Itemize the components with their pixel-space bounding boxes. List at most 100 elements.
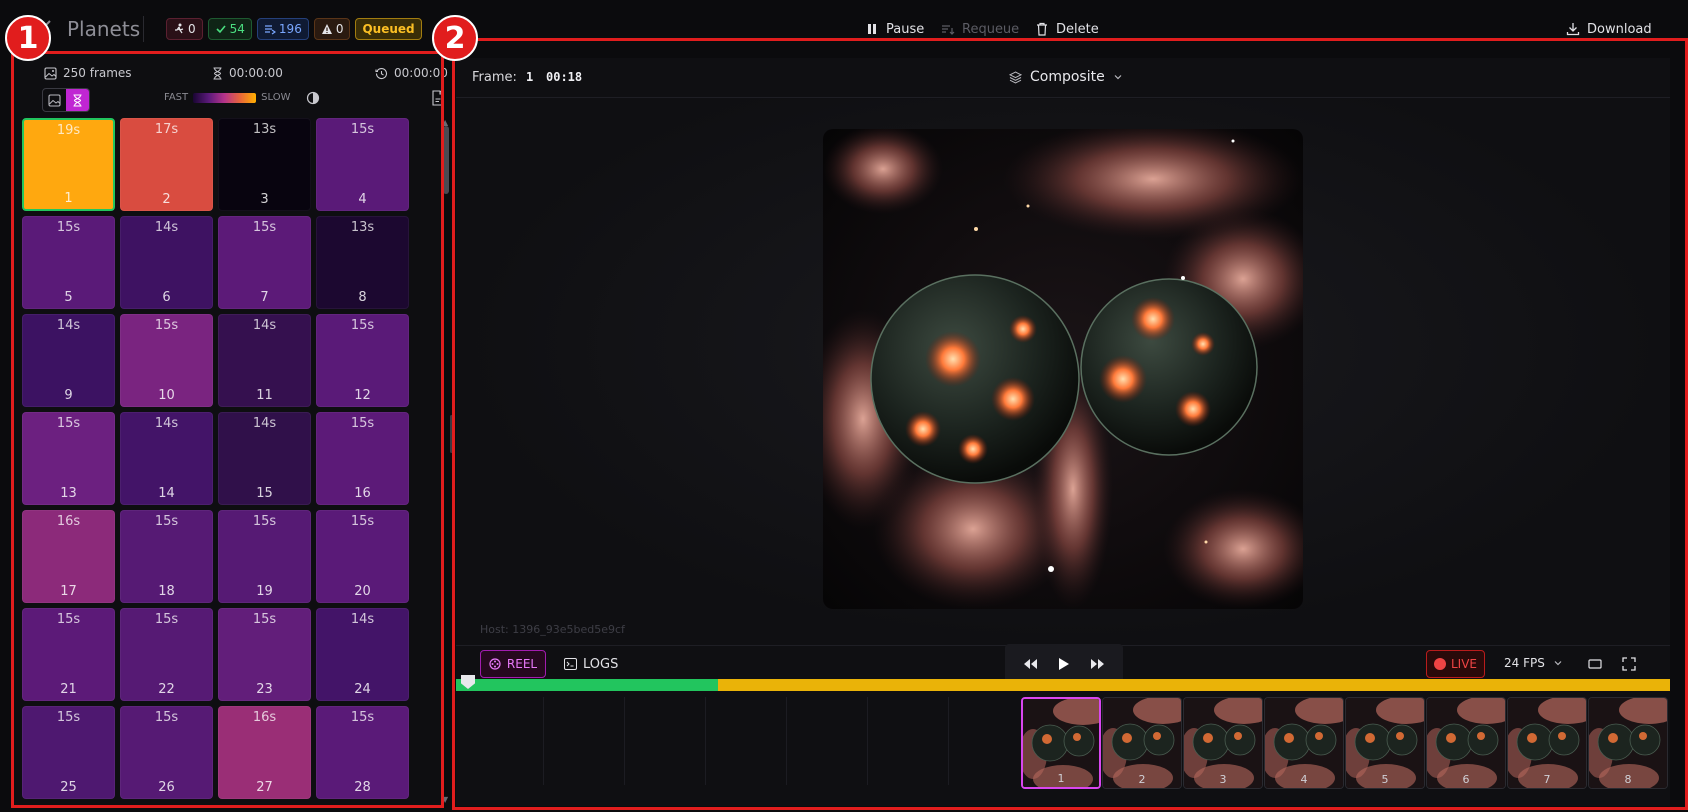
frame-tile-number: 22 bbox=[158, 682, 175, 697]
fps-select[interactable]: 24 FPS bbox=[1504, 656, 1563, 670]
frame-tile-number: 9 bbox=[64, 388, 73, 403]
frame-tile-time: 15s bbox=[350, 122, 375, 137]
frame-tile[interactable]: 15s 19 bbox=[218, 510, 311, 603]
frame-tile[interactable]: 15s 23 bbox=[218, 608, 311, 701]
logs-tab-button[interactable]: LOGS bbox=[564, 650, 618, 678]
frame-tile-time: 15s bbox=[56, 710, 81, 725]
aspect-ratio-icon[interactable] bbox=[1588, 658, 1602, 670]
filmstrip-thumbnail[interactable]: 3 bbox=[1183, 697, 1263, 789]
remaining-stat: 00:00:00 bbox=[375, 66, 448, 80]
filmstrip-thumbnail[interactable]: 1 bbox=[1021, 697, 1101, 789]
document-icon[interactable] bbox=[431, 90, 445, 106]
frame-tile[interactable]: 15s 7 bbox=[218, 216, 311, 309]
frame-tile[interactable]: 13s 3 bbox=[218, 118, 311, 211]
frame-tile-number: 2 bbox=[162, 192, 171, 207]
download-button[interactable]: Download bbox=[1566, 18, 1652, 40]
frame-tile[interactable]: 16s 27 bbox=[218, 706, 311, 799]
frame-tile[interactable]: 17s 2 bbox=[120, 118, 213, 211]
frame-tile[interactable]: 19s 1 bbox=[22, 118, 115, 211]
grid-scrollbar[interactable]: ▲ ▼ bbox=[442, 118, 450, 804]
frame-tile-time: 15s bbox=[252, 220, 277, 235]
scroll-thumb[interactable] bbox=[443, 126, 449, 194]
rewind-button[interactable] bbox=[1020, 654, 1040, 674]
frame-tile[interactable]: 15s 22 bbox=[120, 608, 213, 701]
queued-count-badge[interactable]: 196 bbox=[256, 18, 309, 40]
frame-tile[interactable]: 15s 12 bbox=[316, 314, 409, 407]
scroll-down-arrow-icon[interactable]: ▼ bbox=[442, 795, 448, 804]
empty-thumbnail-slot bbox=[788, 697, 868, 785]
queue-icon bbox=[264, 25, 276, 35]
done-count: 54 bbox=[229, 22, 245, 36]
filmstrip-thumbnail[interactable]: 4 bbox=[1264, 697, 1344, 789]
frame-number: 1 bbox=[526, 70, 534, 84]
reel-tab-button[interactable]: REEL bbox=[480, 650, 546, 678]
fullscreen-icon[interactable] bbox=[1622, 657, 1636, 671]
layers-icon bbox=[1009, 70, 1022, 84]
empty-thumbnail-slot bbox=[869, 697, 949, 785]
elapsed-stat: 00:00:00 bbox=[212, 66, 283, 80]
frame-tile[interactable]: 15s 10 bbox=[120, 314, 213, 407]
viewer-header: Frame: 1 00:18 Composite bbox=[456, 58, 1670, 98]
frame-tile[interactable]: 14s 24 bbox=[316, 608, 409, 701]
frame-tile[interactable]: 14s 14 bbox=[120, 412, 213, 505]
frame-tile-time: 13s bbox=[252, 122, 277, 137]
frame-tile[interactable]: 14s 9 bbox=[22, 314, 115, 407]
filmstrip-thumbnail[interactable]: 8 bbox=[1588, 697, 1668, 789]
filmstrip-thumbnail[interactable]: 7 bbox=[1507, 697, 1587, 789]
check-icon bbox=[216, 25, 226, 34]
pause-button[interactable]: Pause bbox=[865, 18, 924, 40]
frame-count: 250 frames bbox=[63, 66, 132, 80]
filmstrip-thumbnail[interactable]: 6 bbox=[1426, 697, 1506, 789]
live-toggle-button[interactable]: LIVE bbox=[1426, 650, 1485, 678]
layer-select-value: Composite bbox=[1030, 69, 1105, 85]
frame-tile-number: 12 bbox=[354, 388, 371, 403]
frame-tile[interactable]: 14s 6 bbox=[120, 216, 213, 309]
app-root: Planets 0 54 196 0 Queued Pause Requeue … bbox=[0, 0, 1688, 812]
play-icon bbox=[1059, 658, 1069, 670]
delete-button[interactable]: Delete bbox=[1035, 18, 1099, 40]
done-count-badge[interactable]: 54 bbox=[207, 18, 252, 40]
frame-tile[interactable]: 15s 21 bbox=[22, 608, 115, 701]
contrast-icon[interactable] bbox=[306, 91, 320, 105]
frame-tile[interactable]: 15s 16 bbox=[316, 412, 409, 505]
frame-tile[interactable]: 13s 8 bbox=[316, 216, 409, 309]
requeue-button[interactable]: Requeue bbox=[941, 18, 1019, 40]
running-count-badge[interactable]: 0 bbox=[166, 18, 203, 40]
frame-tile[interactable]: 14s 15 bbox=[218, 412, 311, 505]
frame-tile[interactable]: 15s 25 bbox=[22, 706, 115, 799]
play-button[interactable] bbox=[1054, 654, 1074, 674]
panel-resize-handle[interactable] bbox=[450, 415, 453, 453]
frame-tile[interactable]: 15s 18 bbox=[120, 510, 213, 603]
frame-tile-number: 13 bbox=[60, 486, 77, 501]
frame-tile[interactable]: 14s 11 bbox=[218, 314, 311, 407]
frame-tile[interactable]: 15s 5 bbox=[22, 216, 115, 309]
filmstrip-thumbnail-number: 6 bbox=[1462, 773, 1470, 786]
empty-thumbnail-slot bbox=[545, 697, 625, 785]
fast-forward-button[interactable] bbox=[1088, 654, 1108, 674]
frame-tile[interactable]: 15s 20 bbox=[316, 510, 409, 603]
running-icon bbox=[175, 23, 184, 34]
render-viewport[interactable]: Host: 1396_93e5bed5e9cf bbox=[456, 99, 1670, 645]
filmstrip[interactable]: 1 2 3 4 5 6 7 8 bbox=[456, 693, 1670, 791]
render-progress-bar[interactable] bbox=[456, 679, 1670, 691]
frame-tile[interactable]: 15s 28 bbox=[316, 706, 409, 799]
frame-tile-time: 15s bbox=[56, 416, 81, 431]
frame-tile[interactable]: 15s 13 bbox=[22, 412, 115, 505]
thumbnail-view-button[interactable] bbox=[43, 89, 66, 111]
filmstrip-thumbnail[interactable]: 5 bbox=[1345, 697, 1425, 789]
filmstrip-thumbnail[interactable]: 2 bbox=[1102, 697, 1182, 789]
layer-select[interactable]: Composite bbox=[1009, 69, 1123, 85]
filmstrip-thumbnail-number: 1 bbox=[1057, 772, 1065, 785]
frame-tile[interactable]: 15s 4 bbox=[316, 118, 409, 211]
frame-tile-time: 15s bbox=[350, 710, 375, 725]
frame-tile-number: 8 bbox=[358, 290, 367, 305]
frame-tile[interactable]: 16s 17 bbox=[22, 510, 115, 603]
title-divider bbox=[143, 16, 144, 42]
image-view-icon bbox=[48, 93, 61, 107]
frame-tile[interactable]: 15s 26 bbox=[120, 706, 213, 799]
frame-tile-time: 14s bbox=[252, 318, 277, 333]
error-count-badge[interactable]: 0 bbox=[313, 18, 351, 40]
legend-fast-label: FAST bbox=[164, 92, 189, 103]
heatmap-controls: FAST SLOW bbox=[28, 88, 445, 112]
time-heatmap-view-button[interactable] bbox=[66, 89, 89, 111]
